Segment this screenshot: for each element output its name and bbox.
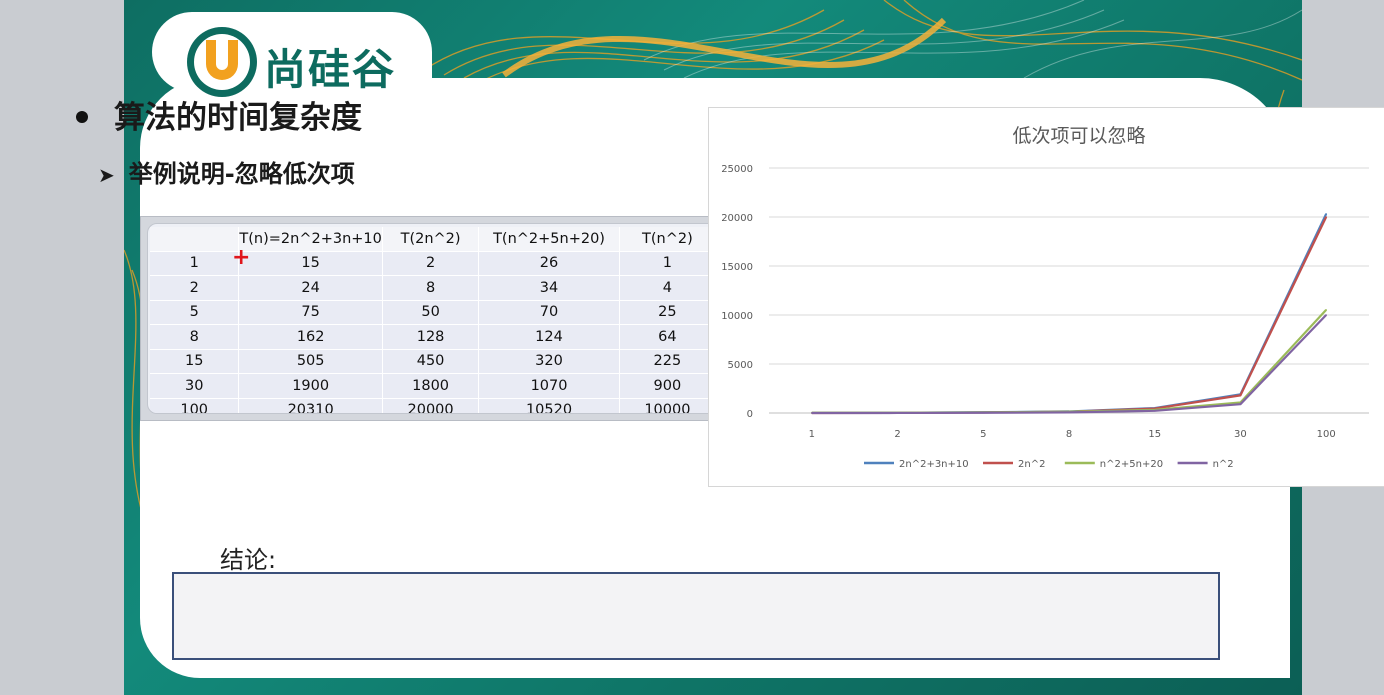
- y-tick-label: 5000: [728, 360, 753, 371]
- legend-label: 2n^2+3n+10: [899, 459, 969, 470]
- x-tick-label: 8: [1066, 429, 1072, 440]
- table-cell: 225: [619, 348, 717, 374]
- table-cell: 162: [238, 324, 383, 349]
- data-point: [1325, 216, 1327, 218]
- x-tick-label: 100: [1317, 429, 1336, 440]
- sub-heading-text: 举例说明-忽略低次项: [128, 160, 355, 188]
- table-row: 15 505 450 320 225: [150, 348, 717, 374]
- table-row: 2 24 8 34 4: [150, 275, 717, 300]
- table-cell: 1: [150, 250, 240, 276]
- header-cell: T(2n^2): [382, 227, 480, 251]
- bullet-heading: 算法的时间复杂度: [76, 92, 362, 137]
- table-cell: 30: [150, 373, 240, 398]
- series-line: [811, 213, 1328, 414]
- line-chart[interactable]: 低次项可以忽略 0 5000 10000 15000 20000 25000 1 2 5 8 15 30…: [708, 107, 1384, 487]
- arrow-bullet-icon: ➤: [98, 163, 115, 187]
- table-cell: 2: [150, 275, 240, 300]
- table-cell: 100: [150, 397, 240, 413]
- y-tick-label: 20000: [721, 213, 753, 224]
- table-cell: 2: [382, 250, 480, 276]
- legend-label: 2n^2: [1018, 459, 1045, 470]
- table-cell: 10000: [619, 397, 717, 413]
- conclusion-input-box[interactable]: [172, 572, 1220, 660]
- table-cell: 50: [382, 299, 480, 325]
- y-tick-label: 10000: [721, 311, 753, 322]
- table-cell: 15: [238, 250, 383, 276]
- y-tick-label: 0: [747, 409, 753, 420]
- header-cell: T(n)=2n^2+3n+10: [238, 227, 383, 251]
- table-cell: 64: [619, 324, 717, 349]
- data-point: [1325, 213, 1327, 215]
- table-cell: 20310: [238, 397, 383, 413]
- table-cell: 26: [478, 250, 620, 276]
- conclusion-label: 结论:: [220, 546, 277, 574]
- x-tick-label: 1: [809, 429, 815, 440]
- table-cell: 25: [619, 299, 717, 325]
- table-cell: 128: [382, 324, 480, 349]
- table-cell: 10520: [478, 397, 620, 413]
- data-point: [982, 411, 985, 414]
- x-tick-label: 5: [980, 429, 986, 440]
- logo-badge: 尚硅谷: [152, 12, 432, 97]
- table-row: 30 1900 1800 1070 900: [150, 373, 717, 398]
- table-cell: 8: [150, 324, 240, 349]
- data-point: [896, 412, 899, 414]
- table-cell: 20000: [382, 397, 480, 413]
- table-cell: 1800: [382, 373, 480, 398]
- table-body: 1 15 2 26 1 2 24 8 34 4 5 75 50 70 25 8 162 128 124 64 1…: [150, 250, 717, 413]
- table-cell: 505: [238, 348, 383, 374]
- data-point: [1239, 403, 1242, 405]
- header-cell: [150, 227, 240, 251]
- bullet-heading-text: 算法的时间复杂度: [114, 100, 362, 136]
- table-cell: 8: [382, 275, 480, 300]
- table-cell: 1: [619, 250, 717, 276]
- data-point: [1153, 409, 1156, 412]
- u-logo-icon: [187, 27, 257, 97]
- y-tick-label: 25000: [721, 164, 753, 175]
- data-point: [1068, 411, 1070, 414]
- chart-canvas: 低次项可以忽略 0 5000 10000 15000 20000 25000 1 2 5 8 15 30…: [721, 125, 1369, 470]
- y-tick-label: 15000: [721, 262, 753, 273]
- header-cell: T(n^2): [619, 227, 717, 251]
- table-row: 8 162 128 124 64: [150, 324, 717, 349]
- sub-heading: ➤ 举例说明-忽略低次项: [98, 154, 355, 189]
- table-cell: 70: [478, 299, 620, 325]
- bullet-dot-icon: [76, 110, 88, 123]
- table-cell: 124: [478, 324, 620, 349]
- series-line: [811, 309, 1327, 414]
- table-cell: 320: [478, 348, 620, 374]
- table-row: 5 75 50 70 25: [150, 299, 717, 325]
- data-point: [1325, 314, 1327, 316]
- table-row: 100 20310 20000 10520 10000: [150, 397, 717, 413]
- table-cell: 24: [238, 275, 383, 300]
- embedded-table-object[interactable]: T(n)=2n^2+3n+10 T(2n^2) T(n^2+5n+20) T(n…: [140, 216, 726, 421]
- header-cell: T(n^2+5n+20): [478, 227, 620, 251]
- x-tick-label: 30: [1234, 429, 1247, 440]
- legend-label: n^2: [1213, 459, 1234, 470]
- table-cell: 75: [238, 299, 383, 325]
- data-point: [1325, 309, 1327, 311]
- table-cell: 900: [619, 373, 717, 398]
- table-cell: 450: [382, 348, 480, 374]
- table-cell: 34: [478, 275, 620, 300]
- crosshair-cursor-icon: +: [232, 245, 251, 270]
- data-point: [811, 412, 813, 414]
- x-tick-label: 15: [1148, 429, 1161, 440]
- chart-title: 低次项可以忽略: [1012, 125, 1145, 147]
- brand-name: 尚硅谷: [264, 45, 397, 94]
- table-cell: 15: [150, 348, 240, 374]
- x-tick-label: 2: [894, 429, 900, 440]
- table-cell: 5: [150, 299, 240, 325]
- legend-label: n^2+5n+20: [1100, 459, 1163, 470]
- data-point: [1239, 394, 1242, 397]
- table-cell: 1900: [238, 373, 383, 398]
- table-cell: 1070: [478, 373, 620, 398]
- table-cell: 4: [619, 275, 717, 300]
